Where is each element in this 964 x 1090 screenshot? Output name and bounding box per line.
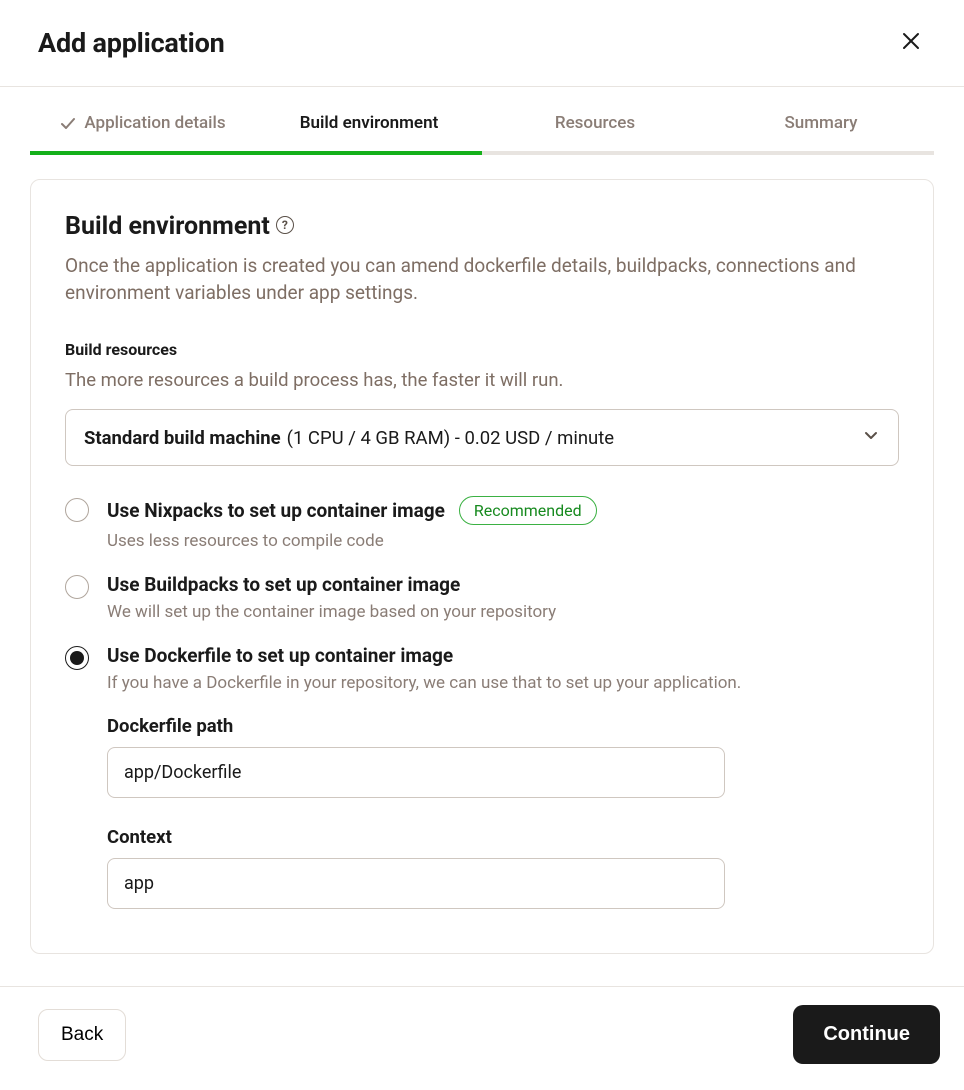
card-title: Build environment <box>65 212 270 241</box>
dockerfile-path-field: Dockerfile path <box>107 715 899 798</box>
step-label: Application details <box>84 113 225 133</box>
build-environment-card: Build environment ? Once the application… <box>30 179 934 954</box>
modal-header: Add application <box>0 0 964 87</box>
progress-seg-4 <box>708 151 934 155</box>
page-title: Add application <box>38 27 225 59</box>
container-setup-options: Use Nixpacks to set up container image R… <box>65 496 899 909</box>
step-label: Resources <box>555 113 635 133</box>
radio-desc: We will set up the container image based… <box>107 602 899 622</box>
progress-seg-1 <box>30 151 256 155</box>
step-resources[interactable]: Resources <box>482 113 708 151</box>
radio-circle[interactable] <box>65 575 89 599</box>
wizard-progress <box>30 151 934 155</box>
card-subtitle: Once the application is created you can … <box>65 253 899 306</box>
dockerfile-path-input[interactable] <box>107 747 725 798</box>
field-label: Context <box>107 826 899 848</box>
back-button[interactable]: Back <box>38 1009 126 1061</box>
radio-dockerfile[interactable]: Use Dockerfile to set up container image… <box>65 644 899 909</box>
radio-desc: If you have a Dockerfile in your reposit… <box>107 673 899 693</box>
wizard-footer: Back Continue <box>0 986 964 1090</box>
build-machine-detail: (1 CPU / 4 GB RAM) - 0.02 USD / minute <box>287 427 614 449</box>
build-machine-select[interactable]: Standard build machine (1 CPU / 4 GB RAM… <box>65 409 899 466</box>
radio-desc: Uses less resources to compile code <box>107 531 899 551</box>
radio-label: Use Buildpacks to set up container image <box>107 573 460 596</box>
progress-seg-3 <box>482 151 708 155</box>
step-application-details[interactable]: Application details <box>30 113 256 151</box>
continue-button[interactable]: Continue <box>793 1005 940 1064</box>
progress-seg-2 <box>256 151 482 155</box>
step-summary[interactable]: Summary <box>708 113 934 151</box>
wizard-steps: Application details Build environment Re… <box>0 113 964 151</box>
recommended-badge: Recommended <box>459 496 597 525</box>
chevron-down-icon <box>862 426 880 449</box>
build-resources-desc: The more resources a build process has, … <box>65 369 899 391</box>
field-label: Dockerfile path <box>107 715 899 737</box>
context-field: Context <box>107 826 899 909</box>
radio-nixpacks[interactable]: Use Nixpacks to set up container image R… <box>65 496 899 551</box>
radio-buildpacks[interactable]: Use Buildpacks to set up container image… <box>65 573 899 622</box>
radio-dot <box>70 651 84 665</box>
step-label: Summary <box>784 113 857 133</box>
check-icon <box>60 115 76 131</box>
build-resources-label: Build resources <box>65 340 899 359</box>
close-button[interactable] <box>896 24 926 62</box>
radio-circle[interactable] <box>65 646 89 670</box>
radio-circle[interactable] <box>65 498 89 522</box>
step-build-environment[interactable]: Build environment <box>256 113 482 151</box>
build-machine-name: Standard build machine <box>84 427 281 449</box>
context-input[interactable] <box>107 858 725 909</box>
radio-label: Use Nixpacks to set up container image <box>107 499 445 522</box>
help-icon[interactable]: ? <box>276 216 294 234</box>
close-icon <box>902 32 920 50</box>
radio-label: Use Dockerfile to set up container image <box>107 644 453 667</box>
step-label: Build environment <box>300 113 439 133</box>
